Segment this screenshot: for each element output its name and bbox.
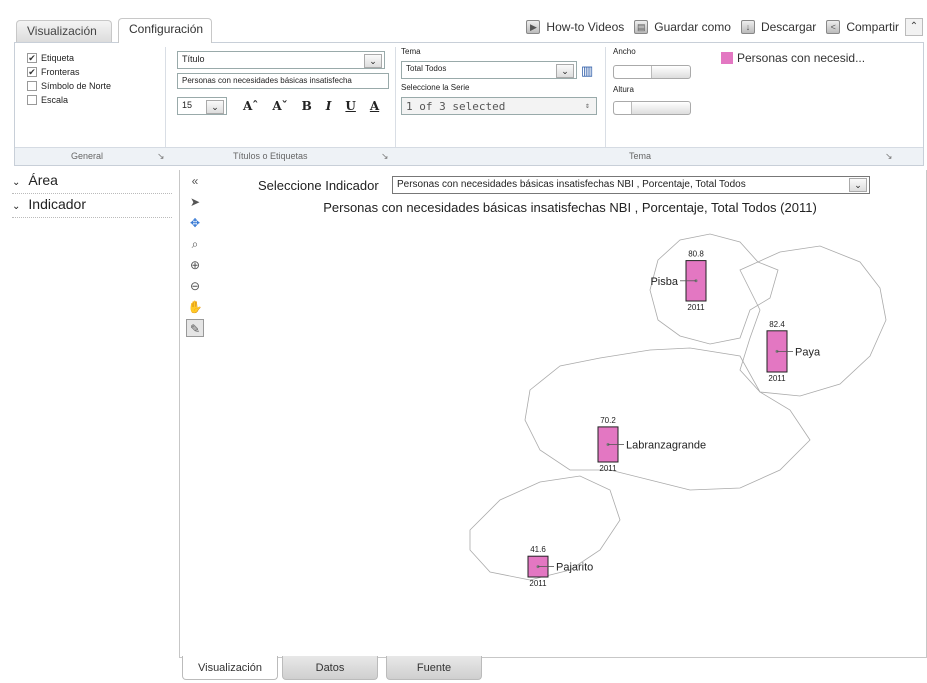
title-text-input[interactable]: Personas con necesidades básicas insatis…	[177, 73, 389, 89]
tab-visualizacion[interactable]: Visualización	[16, 20, 112, 42]
font-size-select[interactable]: 15 ⌄	[177, 97, 227, 115]
choropleth-map: 80.8 2011 Pisba 82.4 2011 Paya 70.2 2011 Labranz…	[469, 233, 887, 588]
bar-year-label: 2011	[768, 374, 786, 383]
save-icon: ▤	[634, 20, 649, 34]
left-panel: ⌄ Área ⌄ Indicador	[0, 170, 178, 683]
italic-icon[interactable]: I	[326, 99, 332, 113]
top-bar: Visualización Configuración ▶ How-to Vide…	[0, 0, 927, 44]
title-type-select[interactable]: Título ⌄	[177, 51, 385, 69]
play-icon: ▶	[526, 20, 541, 34]
ancho-label: Ancho	[613, 47, 636, 56]
group-separator	[605, 47, 606, 147]
escala-checkbox[interactable]: Escala	[27, 95, 68, 105]
region-name-label: Paya	[795, 346, 821, 358]
bar-value-label: 41.6	[530, 545, 546, 554]
bar-year-label: 2011	[529, 579, 547, 588]
toolbar: ▶ How-to Videos ▤ Guardar como ↓ Descargar …	[526, 20, 899, 34]
launcher-icon[interactable]: ↘	[381, 151, 389, 162]
group-separator	[165, 47, 166, 147]
guardar-button[interactable]: ▤ Guardar como	[634, 20, 731, 34]
updown-icon: ⇕	[585, 101, 590, 110]
download-icon: ↓	[740, 20, 755, 34]
altura-slider[interactable]	[613, 101, 691, 115]
underline-icon[interactable]: U	[345, 99, 355, 113]
chevron-down-icon: ⌄	[206, 100, 224, 114]
font-color-icon[interactable]: A	[370, 99, 379, 113]
tab-bottom-datos[interactable]: Datos	[282, 656, 378, 680]
ribbon: ✔ Etiqueta ✔ Fronteras Símbolo de Norte Es…	[14, 42, 924, 166]
ancho-slider[interactable]	[613, 65, 691, 79]
region-name-label: Pajarito	[556, 562, 593, 574]
books-icon[interactable]: ▥	[581, 63, 593, 79]
tema-label: Tema	[401, 47, 421, 56]
chevron-down-icon: ⌄	[12, 177, 21, 188]
map-panel: « ➤ ✥ ⌕ ⊕ ⊖ ✋ ✎ Seleccione Indicador Per…	[179, 170, 927, 658]
general-group-label: General	[71, 151, 104, 161]
howto-button[interactable]: ▶ How-to Videos	[526, 20, 624, 34]
chevron-down-icon: ⌄	[364, 54, 382, 68]
tab-bottom-fuente[interactable]: Fuente	[386, 656, 482, 680]
format-buttons: Aˆ Aˇ B I U A	[243, 99, 379, 113]
titulos-group-label: Títulos o Etiquetas	[233, 151, 308, 161]
chevron-down-icon: ⌄	[12, 201, 21, 212]
altura-label: Altura	[613, 85, 634, 94]
bold-icon[interactable]: B	[302, 99, 312, 113]
descargar-button[interactable]: ↓ Descargar	[740, 20, 816, 34]
tab-configuracion[interactable]: Configuración	[118, 18, 212, 43]
bar-value-label: 80.8	[688, 250, 704, 259]
legend-label: Personas con necesid...	[737, 51, 866, 65]
simbolo-norte-checkbox[interactable]: Símbolo de Norte	[27, 81, 111, 91]
group-separator	[395, 47, 396, 147]
accordion-indicador[interactable]: ⌄ Indicador	[12, 196, 172, 218]
bar-value-label: 70.2	[600, 416, 616, 425]
bar-year-label: 2011	[599, 464, 617, 473]
region-pisba	[649, 233, 779, 345]
tema-group-label: Tema	[629, 151, 652, 161]
launcher-icon[interactable]: ↘	[157, 151, 165, 162]
fronteras-checkbox[interactable]: ✔ Fronteras	[27, 67, 80, 77]
tema-select[interactable]: Total Todos ⌄	[401, 61, 577, 79]
serie-select[interactable]: 1 of 3 selected ⇕	[401, 97, 597, 115]
legend-swatch	[721, 52, 733, 64]
share-icon: <	[826, 20, 841, 34]
launcher-icon[interactable]: ↘	[885, 151, 893, 162]
region-name-label: Labranzagrande	[626, 439, 706, 451]
compartir-button[interactable]: < Compartir	[826, 20, 899, 34]
serie-label: Seleccione la Serie	[401, 83, 470, 92]
tab-bottom-visualizacion[interactable]: Visualización	[182, 656, 278, 680]
font-grow-icon[interactable]: Aˆ	[243, 99, 258, 113]
bar-value-label: 82.4	[769, 320, 785, 329]
accordion-area[interactable]: ⌄ Área	[12, 172, 172, 194]
bar-year-label: 2011	[687, 303, 705, 312]
font-shrink-icon[interactable]: Aˇ	[272, 99, 287, 113]
ribbon-footer: General ↘ Títulos o Etiquetas ↘ Tema ↘	[15, 147, 923, 165]
chevron-down-icon: ⌄	[556, 64, 574, 78]
collapse-ribbon-icon[interactable]: ⌃	[905, 18, 923, 36]
region-name-label: Pisba	[650, 276, 678, 288]
region-paya	[739, 245, 887, 397]
etiqueta-checkbox[interactable]: ✔ Etiqueta	[27, 53, 74, 63]
